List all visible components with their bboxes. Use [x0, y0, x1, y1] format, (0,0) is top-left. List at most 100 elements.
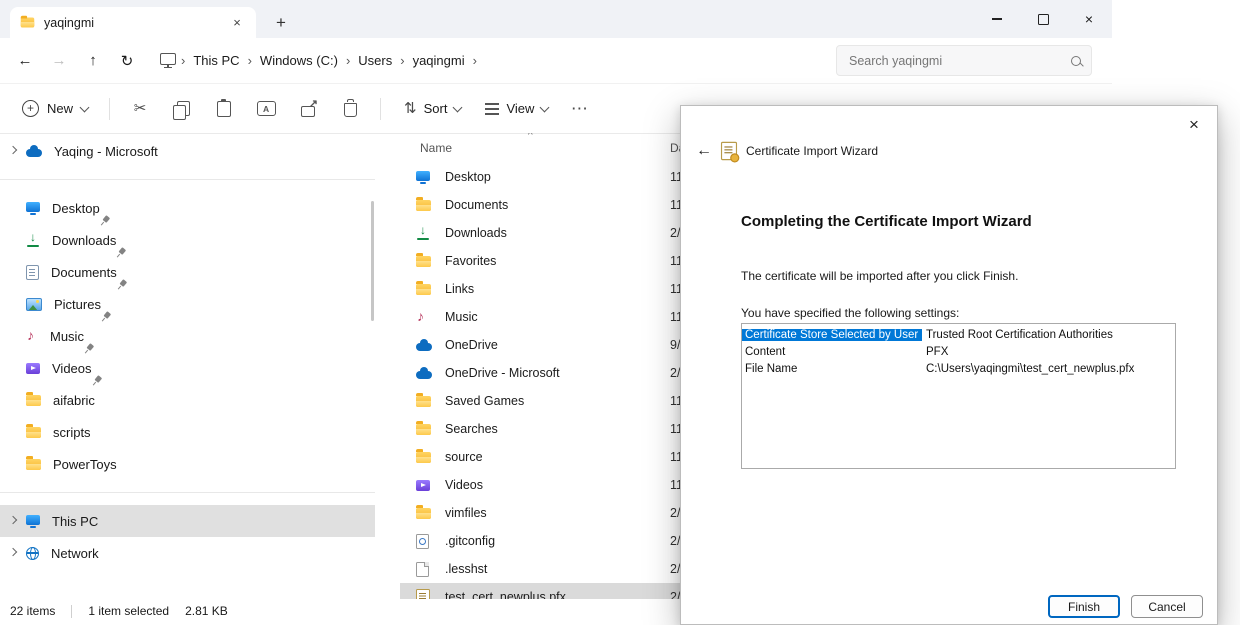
- this-pc-icon: [26, 515, 40, 525]
- dialog-close-button[interactable]: ×: [1179, 112, 1209, 138]
- file-date: 2/: [670, 226, 680, 240]
- network-icon: [26, 547, 39, 560]
- folder-icon: [416, 396, 431, 407]
- maximize-icon: [1038, 14, 1049, 25]
- file-date: 2/: [670, 366, 680, 380]
- search-input[interactable]: [847, 53, 1071, 69]
- onedrive-cloud-icon: [26, 149, 42, 157]
- more-icon: ⋯: [571, 100, 588, 117]
- chevron-right-icon[interactable]: [9, 548, 17, 556]
- this-pc-icon: [160, 53, 176, 65]
- sidebar-item-aifabric[interactable]: aifabric: [0, 384, 375, 416]
- sidebar-item-pictures[interactable]: Pictures: [0, 288, 375, 320]
- close-button[interactable]: ×: [1066, 0, 1112, 38]
- chevron-down-icon: [80, 102, 90, 112]
- cancel-button[interactable]: Cancel: [1131, 595, 1203, 618]
- sort-icon: ⇅: [404, 101, 417, 116]
- file-icon: [416, 562, 429, 577]
- minimize-button[interactable]: [974, 0, 1020, 38]
- view-button[interactable]: View: [475, 92, 558, 126]
- settings-label: You have specified the following setting…: [741, 306, 959, 320]
- folder-icon: [26, 395, 41, 406]
- breadcrumb-yaqingmi[interactable]: yaqingmi: [406, 48, 472, 73]
- cut-icon: ✂: [134, 101, 147, 116]
- breadcrumb-this-pc[interactable]: This PC: [186, 48, 246, 73]
- share-button[interactable]: [287, 92, 329, 126]
- sidebar-item-videos[interactable]: Videos: [0, 352, 375, 384]
- explorer-tab[interactable]: yaqingmi ×: [10, 7, 256, 38]
- sort-button-label: Sort: [424, 101, 448, 116]
- sidebar-item-label: This PC: [52, 514, 98, 529]
- file-name: Favorites: [445, 254, 496, 268]
- setting-key: Content: [742, 346, 922, 358]
- sort-button[interactable]: ⇅ Sort: [394, 92, 471, 126]
- file-date: 2/: [670, 534, 680, 548]
- window-controls: ×: [974, 0, 1112, 38]
- forward-button[interactable]: →: [42, 44, 76, 78]
- settings-row-file-name[interactable]: File Name C:\Users\yaqingmi\test_cert_ne…: [742, 360, 1175, 377]
- file-name: Desktop: [445, 170, 491, 184]
- chevron-right-icon[interactable]: [9, 146, 17, 154]
- settings-list[interactable]: Certificate Store Selected by User Trust…: [741, 323, 1176, 469]
- chevron-down-icon: [540, 102, 550, 112]
- file-name: vimfiles: [445, 506, 487, 520]
- sidebar-item-desktop[interactable]: Desktop: [0, 192, 375, 224]
- certificate-icon: [721, 142, 737, 160]
- file-name: Saved Games: [445, 394, 524, 408]
- refresh-button[interactable]: ↻: [110, 44, 144, 78]
- rename-button[interactable]: [245, 92, 287, 126]
- paste-button[interactable]: [203, 92, 245, 126]
- breadcrumb-separator: ›: [472, 53, 478, 68]
- music-icon: [26, 329, 38, 343]
- settings-row-content[interactable]: Content PFX: [742, 343, 1175, 360]
- cut-button[interactable]: ✂: [119, 92, 161, 126]
- rename-icon: [257, 101, 276, 116]
- sidebar-item-music[interactable]: Music: [0, 320, 375, 352]
- dialog-buttons: Finish Cancel: [1048, 595, 1203, 618]
- sidebar-item-label: Pictures: [54, 297, 101, 312]
- setting-value: PFX: [922, 346, 948, 358]
- plus-icon: [22, 100, 39, 117]
- desktop-icon: [416, 171, 430, 181]
- sidebar-item-network[interactable]: Network: [0, 537, 375, 569]
- breadcrumb-windows-c[interactable]: Windows (C:): [253, 48, 345, 73]
- sidebar-item-label: Downloads: [52, 233, 116, 248]
- finish-button[interactable]: Finish: [1048, 595, 1120, 618]
- tab-bar: yaqingmi × + ×: [0, 0, 1112, 38]
- dialog-back-button[interactable]: ←: [696, 142, 712, 160]
- wizard-heading: Completing the Certificate Import Wizard: [741, 213, 1032, 230]
- sidebar-item-onedrive[interactable]: Yaqing - Microsoft: [0, 135, 375, 167]
- sidebar-item-downloads[interactable]: Downloads: [0, 224, 375, 256]
- sidebar-scrollbar[interactable]: [371, 201, 374, 321]
- breadcrumb-users[interactable]: Users: [351, 48, 399, 73]
- setting-key-selected: Certificate Store Selected by User: [742, 329, 922, 341]
- new-button[interactable]: New: [10, 92, 100, 126]
- sidebar: Yaqing - Microsoft Desktop Downloads Doc…: [0, 133, 375, 599]
- more-options-button[interactable]: ⋯: [558, 92, 600, 126]
- up-button[interactable]: ↑: [76, 44, 110, 78]
- new-tab-button[interactable]: +: [270, 7, 292, 38]
- search-box[interactable]: [836, 45, 1092, 76]
- folder-icon: [416, 256, 431, 267]
- sidebar-item-powertoys[interactable]: PowerToys: [0, 448, 375, 480]
- chevron-right-icon[interactable]: [9, 516, 17, 524]
- maximize-button[interactable]: [1020, 0, 1066, 38]
- sidebar-item-documents[interactable]: Documents: [0, 256, 375, 288]
- music-icon: [416, 310, 428, 324]
- sidebar-item-scripts[interactable]: scripts: [0, 416, 375, 448]
- column-header-name[interactable]: Name: [420, 141, 452, 155]
- settings-row-store[interactable]: Certificate Store Selected by User Trust…: [742, 326, 1175, 343]
- folder-icon: [416, 284, 431, 295]
- paste-icon: [217, 101, 231, 117]
- file-name: source: [445, 450, 483, 464]
- file-name: .lesshst: [445, 562, 487, 576]
- back-button[interactable]: ←: [8, 44, 42, 78]
- sort-ascending-icon: ^: [528, 133, 533, 141]
- copy-button[interactable]: [161, 92, 203, 126]
- sidebar-item-this-pc[interactable]: This PC: [0, 505, 375, 537]
- delete-button[interactable]: [329, 92, 371, 126]
- view-icon: [485, 108, 499, 110]
- view-button-label: View: [506, 101, 534, 116]
- tab-close-icon[interactable]: ×: [228, 14, 246, 32]
- toolbar-divider: [109, 98, 110, 120]
